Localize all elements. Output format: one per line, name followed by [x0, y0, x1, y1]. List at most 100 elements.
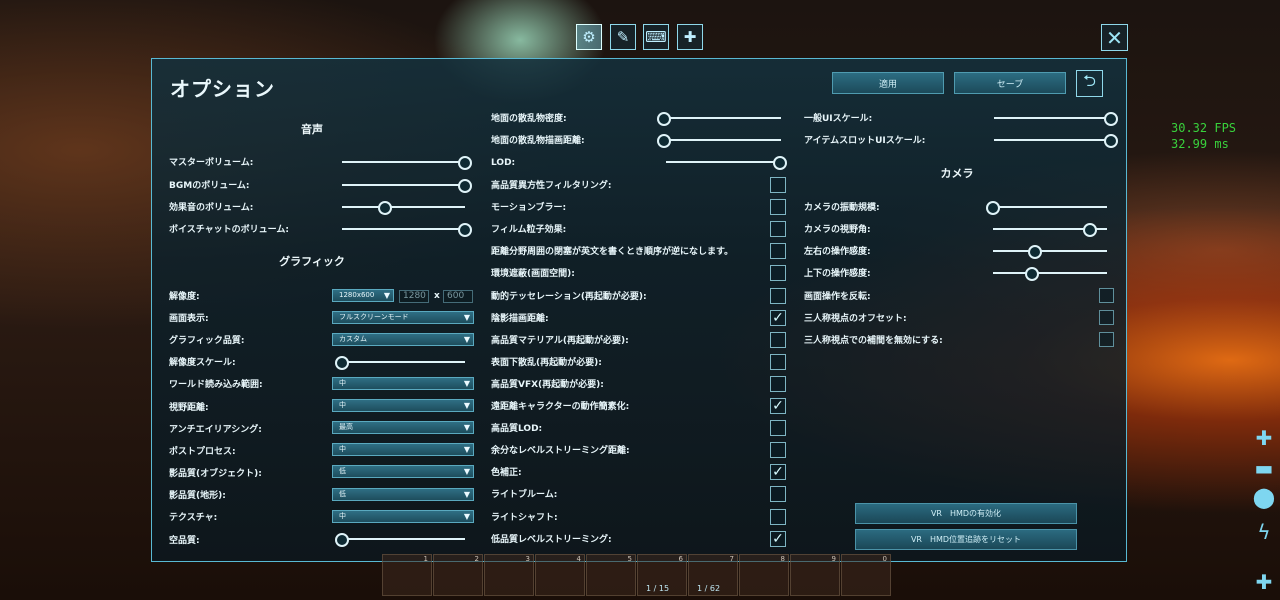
slider-thumb[interactable]	[458, 223, 472, 237]
shadow-terrain-value: 低	[339, 490, 346, 498]
graphics-checkbox[interactable]: ✓	[770, 464, 786, 480]
resolution-x: x	[434, 291, 440, 301]
resolution-height-field[interactable]: 600	[443, 290, 473, 303]
tab-keyboard[interactable]: ⌨	[643, 24, 669, 50]
graphics-checkbox[interactable]	[770, 288, 786, 304]
graphics-checkbox[interactable]	[770, 420, 786, 436]
slider-thumb[interactable]	[458, 156, 472, 170]
slider-thumb[interactable]	[1028, 245, 1043, 259]
bgm-volume-slider[interactable]	[342, 179, 472, 193]
vertical-sensitivity-slider[interactable]	[993, 267, 1107, 281]
back-button[interactable]: ⮌	[1076, 70, 1103, 97]
view-distance-dropdown[interactable]: 中 ▼	[332, 399, 474, 412]
sfx-volume-slider[interactable]	[342, 201, 465, 215]
ui-scale-slider[interactable]	[994, 112, 1118, 126]
antialiasing-dropdown[interactable]: 最高 ▼	[332, 421, 474, 434]
slider-thumb[interactable]	[657, 134, 671, 148]
item-slot-scale-slider[interactable]	[994, 134, 1118, 148]
graphics-checkbox[interactable]	[770, 221, 786, 237]
resolution-dropdown[interactable]: 1280x600 ▼	[332, 289, 394, 302]
tab-graphics[interactable]: ✎	[610, 24, 636, 50]
hotbar-slot[interactable]: 2	[433, 554, 483, 596]
resolution-scale-slider[interactable]	[335, 356, 465, 370]
shadow-terrain-dropdown[interactable]: 低 ▼	[332, 488, 474, 501]
display-mode-dropdown[interactable]: フルスクリーンモード ▼	[332, 311, 474, 324]
graphics-checkbox[interactable]: ✓	[770, 531, 786, 547]
graphics-quality-dropdown[interactable]: カスタム ▼	[332, 333, 474, 346]
hotbar-slot[interactable]: 9	[790, 554, 840, 596]
brush-icon: ✎	[616, 28, 630, 46]
slider-thumb[interactable]	[1104, 112, 1118, 126]
graphics-checkbox[interactable]	[770, 199, 786, 215]
sky-quality-slider[interactable]	[335, 533, 465, 547]
display-mode-value: フルスクリーンモード	[339, 313, 409, 321]
shadow-object-value: 低	[339, 467, 346, 475]
slider-thumb[interactable]	[773, 156, 787, 170]
slider-thumb[interactable]	[378, 201, 393, 215]
hotbar-slot[interactable]: 8	[739, 554, 789, 596]
save-button[interactable]: セーブ	[954, 72, 1066, 94]
graphics-checkbox[interactable]	[770, 509, 786, 525]
checkbox-label: 低品質レベルストリーミング:	[491, 535, 612, 545]
lod-slider[interactable]	[666, 156, 787, 170]
hotbar-slot[interactable]: 5	[586, 554, 636, 596]
horizontal-sensitivity-slider[interactable]	[993, 245, 1107, 259]
slider-thumb[interactable]	[335, 356, 349, 370]
vr-enable-button[interactable]: VR HMDの有効化	[855, 503, 1077, 524]
slider-thumb[interactable]	[458, 179, 472, 193]
hotbar-slot[interactable]: 3	[484, 554, 534, 596]
graphics-checkbox[interactable]: ✓	[770, 310, 786, 326]
ground-clutter-distance-slider[interactable]	[657, 134, 781, 148]
graphics-header: グラフィック	[279, 255, 345, 268]
slider-thumb[interactable]	[1024, 267, 1039, 281]
graphics-checkbox[interactable]	[770, 332, 786, 348]
world-load-dropdown[interactable]: 中 ▼	[332, 377, 474, 390]
tps-interp-checkbox[interactable]	[1099, 332, 1114, 347]
graphics-checkbox[interactable]	[770, 354, 786, 370]
graphics-checkbox[interactable]	[770, 486, 786, 502]
camera-fov-label: カメラの視野角:	[804, 225, 871, 235]
hotbar-slot[interactable]: 7 1 / 62	[688, 554, 738, 596]
master-volume-label: マスターボリューム:	[169, 158, 254, 168]
slider-thumb[interactable]	[1104, 134, 1118, 148]
master-volume-slider[interactable]	[342, 156, 472, 170]
resolution-width-field[interactable]: 1280	[399, 290, 429, 303]
slider-thumb[interactable]	[335, 533, 349, 547]
ground-clutter-density-slider[interactable]	[657, 112, 781, 126]
graphics-checkbox[interactable]	[770, 376, 786, 392]
texture-dropdown[interactable]: 中 ▼	[332, 510, 474, 523]
hotbar-slot[interactable]: 4	[535, 554, 585, 596]
close-button[interactable]: ✕	[1101, 24, 1128, 51]
tps-offset-checkbox[interactable]	[1099, 310, 1114, 325]
slider-thumb[interactable]	[657, 112, 671, 126]
hotbar-slot[interactable]: 0	[841, 554, 891, 596]
slider-thumb[interactable]	[986, 201, 1000, 215]
invert-look-checkbox[interactable]	[1099, 288, 1114, 303]
graphics-checkbox[interactable]	[770, 243, 786, 259]
checkbox-label: 高品質マテリアル(再起動が必要):	[491, 336, 629, 346]
horizontal-sensitivity-label: 左右の操作感度:	[804, 247, 871, 257]
bgm-volume-label: BGMのボリューム:	[169, 181, 250, 191]
graphics-checkbox[interactable]	[770, 442, 786, 458]
slider-thumb[interactable]	[1082, 223, 1097, 237]
camera-fov-slider[interactable]	[993, 223, 1107, 237]
voice-volume-label: ボイスチャットのボリューム:	[169, 225, 289, 235]
tab-options[interactable]: ⚙	[576, 24, 602, 50]
apply-button[interactable]: 適用	[832, 72, 944, 94]
graphics-checkbox[interactable]: ✓	[770, 398, 786, 414]
graphics-checkbox[interactable]	[770, 177, 786, 193]
graphics-checkbox[interactable]	[770, 265, 786, 281]
camera-shake-slider[interactable]	[986, 201, 1107, 215]
post-process-dropdown[interactable]: 中 ▼	[332, 443, 474, 456]
vr-reset-button[interactable]: VR HMD位置追跡をリセット	[855, 529, 1077, 550]
tab-gamepad[interactable]: ✚	[677, 24, 703, 50]
options-panel: オプション 適用 セーブ ⮌ 音声 マスターボリューム: BGMのボリューム: …	[151, 58, 1127, 562]
slot-count: 1 / 62	[697, 584, 721, 593]
slot-number: 8	[780, 555, 785, 563]
antialiasing-label: アンチエイリアシング:	[169, 425, 262, 435]
hotbar-slot[interactable]: 6 1 / 15	[637, 554, 687, 596]
hotbar-slot[interactable]: 1	[382, 554, 432, 596]
shadow-object-dropdown[interactable]: 低 ▼	[332, 465, 474, 478]
plus-icon: ✚	[1255, 570, 1273, 594]
voice-volume-slider[interactable]	[342, 223, 472, 237]
